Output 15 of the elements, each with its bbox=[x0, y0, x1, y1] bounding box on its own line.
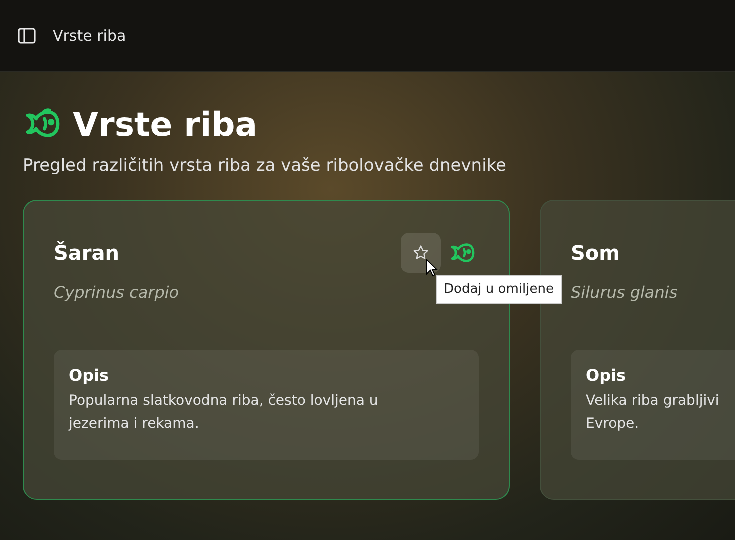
fish-name: Som bbox=[571, 241, 620, 265]
breadcrumb-title: Vrste riba bbox=[53, 26, 126, 44]
sidebar-toggle-icon[interactable] bbox=[17, 26, 37, 46]
scientific-name: Silurus glanis bbox=[571, 283, 678, 302]
scientific-name: Cyprinus carpio bbox=[54, 283, 180, 302]
mouse-pointer-icon bbox=[426, 259, 438, 277]
fish-name: Šaran bbox=[54, 241, 120, 265]
page-title: Vrste riba bbox=[73, 104, 258, 144]
section-title: Opis bbox=[69, 366, 110, 385]
description-text: Popularna slatkovodna riba, često lovljena u jezerima i rekama. bbox=[69, 392, 380, 434]
tooltip: Dodaj u omiljene bbox=[436, 275, 562, 304]
star-icon bbox=[412, 244, 430, 262]
page-subtitle: Pregled različitih vrsta riba za vaše ribolovačke dnevnike bbox=[23, 156, 508, 176]
description-text: Velika riba grabljivi Evrope. bbox=[586, 392, 720, 434]
section-title: Opis bbox=[586, 366, 628, 385]
